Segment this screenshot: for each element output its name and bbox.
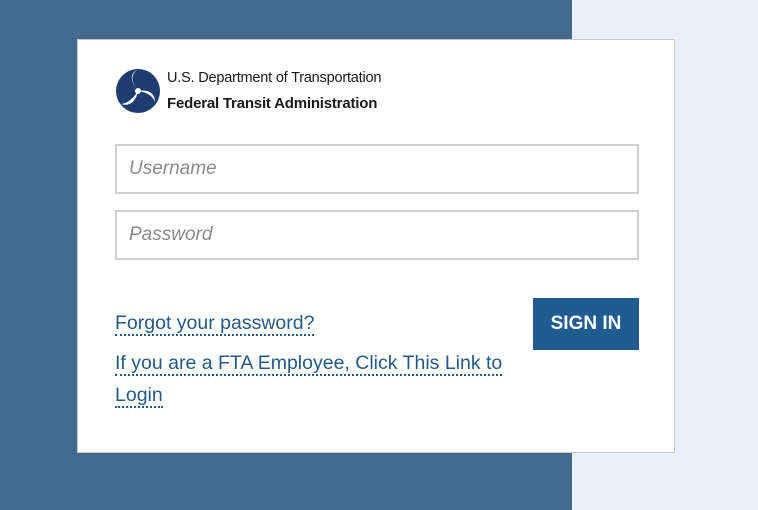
help-links: Forgot your password? If you are a FTA E…: [115, 308, 515, 420]
login-card: U.S. Department of Transportation Federa…: [77, 39, 675, 453]
forgot-password-link[interactable]: Forgot your password?: [115, 312, 315, 336]
username-input[interactable]: [115, 144, 639, 194]
dot-seal-icon: [116, 69, 160, 113]
department-name: U.S. Department of Transportation: [167, 70, 382, 86]
agency-logo: U.S. Department of Transportation Federa…: [115, 68, 415, 114]
sign-in-button[interactable]: SIGN IN: [533, 298, 639, 350]
password-input[interactable]: [115, 210, 639, 260]
agency-name: Federal Transit Administration: [167, 95, 378, 112]
fta-employee-login-link[interactable]: If you are a FTA Employee, Click This Li…: [115, 352, 503, 408]
login-page: U.S. Department of Transportation Federa…: [0, 0, 758, 510]
